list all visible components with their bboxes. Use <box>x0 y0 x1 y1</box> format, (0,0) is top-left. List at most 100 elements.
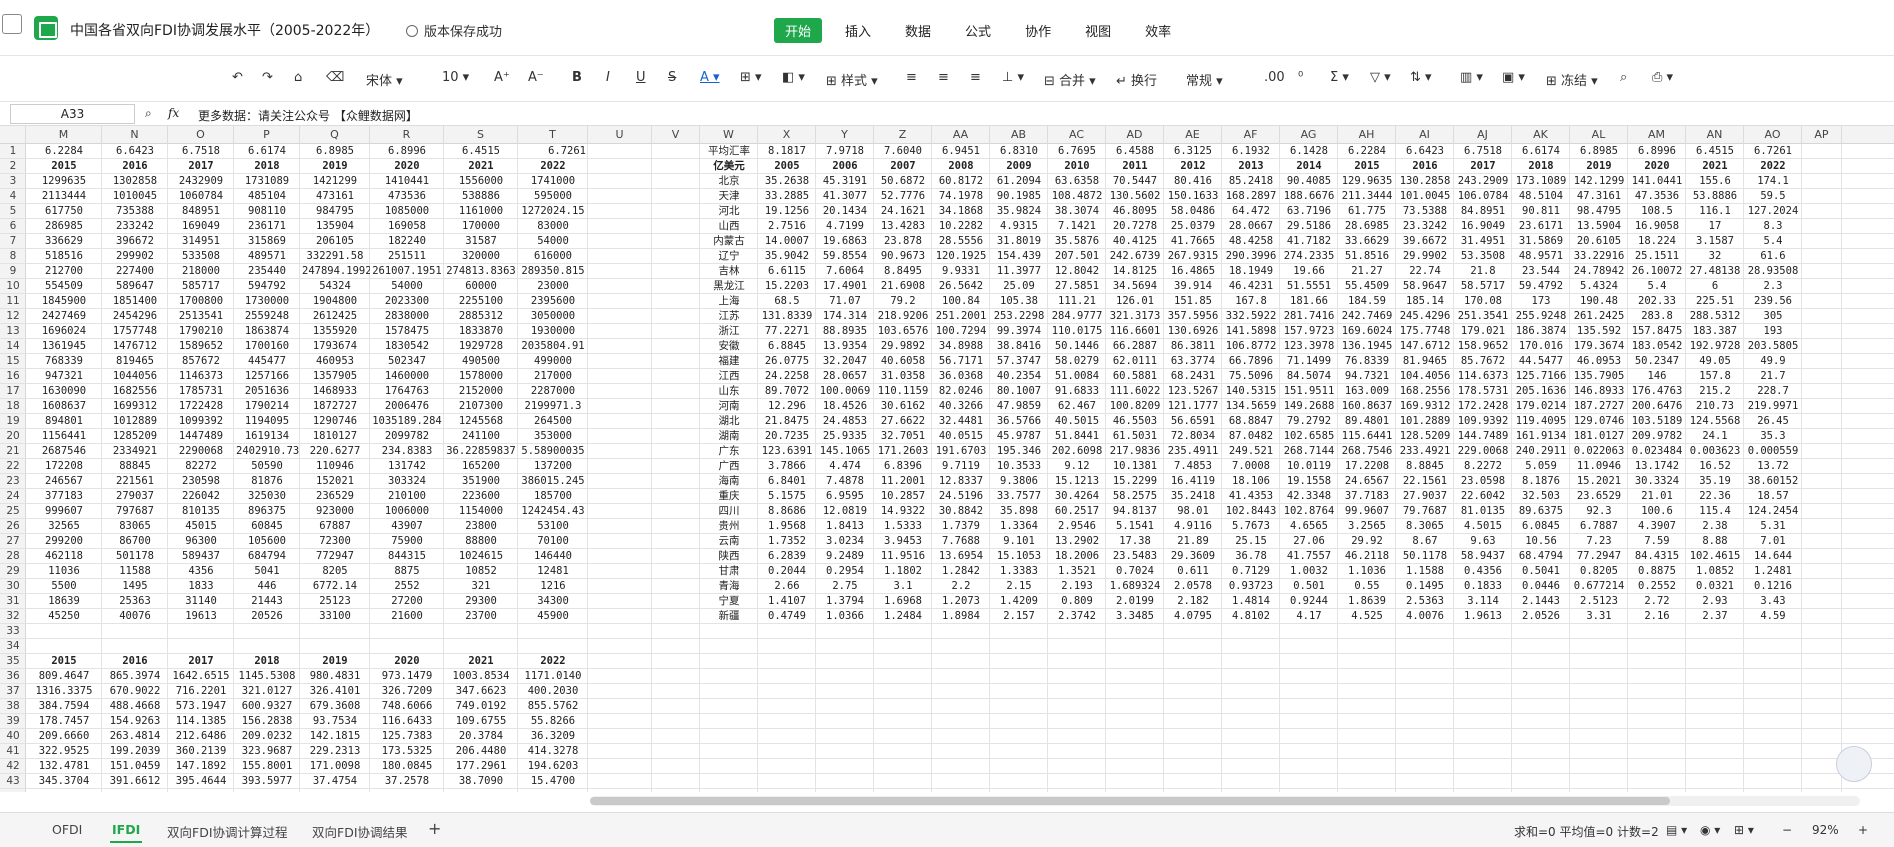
data-cell[interactable]: 245.4296 <box>1396 309 1454 324</box>
data-cell[interactable]: 100.84 <box>932 294 990 309</box>
province-cell[interactable]: 云南 <box>700 534 758 549</box>
data-cell[interactable]: 184.59 <box>1338 294 1396 309</box>
data-cell[interactable]: 57.3747 <box>990 354 1048 369</box>
data-cell[interactable]: 172208 <box>26 459 102 474</box>
rate-cell[interactable]: 6.8310 <box>990 144 1048 159</box>
data-cell[interactable]: 60.8172 <box>932 174 990 189</box>
year-header-cell[interactable]: 2021 <box>1686 159 1744 174</box>
data-cell[interactable]: 80.1007 <box>990 384 1048 399</box>
data-cell[interactable]: 193 <box>1744 324 1802 339</box>
data-cell[interactable]: 110.1159 <box>874 384 932 399</box>
data-cell[interactable]: 27.5851 <box>1048 279 1106 294</box>
data-cell[interactable]: 48.9571 <box>1512 249 1570 264</box>
data-cell[interactable]: 670.9022 <box>102 684 168 699</box>
data-cell[interactable]: 1863874 <box>234 324 300 339</box>
data-cell[interactable]: 2395600 <box>518 294 588 309</box>
data-cell[interactable]: 161.9134 <box>1512 429 1570 444</box>
data-cell[interactable]: 1024615 <box>444 549 518 564</box>
data-cell[interactable]: 41.7557 <box>1280 549 1338 564</box>
menu-item[interactable]: 视图 <box>1074 18 1122 43</box>
data-cell[interactable]: 156.2838 <box>234 714 300 729</box>
data-cell[interactable]: 322.9525 <box>26 744 102 759</box>
column-header[interactable]: N <box>102 126 168 144</box>
data-cell[interactable]: 489571 <box>234 249 300 264</box>
data-cell[interactable]: 749.0192 <box>444 699 518 714</box>
data-cell[interactable]: 29.9902 <box>1396 249 1454 264</box>
data-cell[interactable]: 5.7673 <box>1222 519 1280 534</box>
data-cell[interactable]: 35.9042 <box>758 249 816 264</box>
data-cell[interactable]: 174.1 <box>1744 174 1802 189</box>
data-cell[interactable]: 554509 <box>26 279 102 294</box>
data-cell[interactable]: 60000 <box>444 279 518 294</box>
data-cell[interactable]: 37.4754 <box>300 774 370 789</box>
data-cell[interactable]: 27.06 <box>1280 534 1338 549</box>
data-cell[interactable]: 21.89 <box>1164 534 1222 549</box>
data-cell[interactable]: 6 <box>1686 279 1744 294</box>
data-cell[interactable]: 2513541 <box>168 309 234 324</box>
decrease-font-icon[interactable]: A⁻ <box>528 70 544 85</box>
data-cell[interactable]: 147.6712 <box>1396 339 1454 354</box>
data-cell[interactable]: 106.0784 <box>1454 189 1512 204</box>
data-cell[interactable]: 59.4792 <box>1512 279 1570 294</box>
column-header[interactable]: AM <box>1628 126 1686 144</box>
row-header[interactable]: 1 <box>0 144 26 159</box>
data-cell[interactable]: 46.5503 <box>1106 414 1164 429</box>
data-cell[interactable]: 83000 <box>518 219 588 234</box>
data-cell[interactable]: 1810127 <box>300 429 370 444</box>
formula-content[interactable]: 更多数据：请关注公众号 【众鲤数据网】 <box>198 107 418 124</box>
rate-cell[interactable]: 6.8996 <box>370 144 444 159</box>
data-cell[interactable]: 68.5 <box>758 294 816 309</box>
row-header[interactable]: 9 <box>0 264 26 279</box>
data-cell[interactable]: 24.4853 <box>816 414 874 429</box>
data-cell[interactable]: 595000 <box>518 189 588 204</box>
data-cell[interactable]: 93.7534 <box>300 714 370 729</box>
data-cell[interactable]: 25.1511 <box>1628 249 1686 264</box>
data-cell[interactable]: 61.5031 <box>1106 429 1164 444</box>
row-header[interactable]: 38 <box>0 699 26 714</box>
data-cell[interactable]: 283.8 <box>1628 309 1686 324</box>
data-cell[interactable]: 226042 <box>168 489 234 504</box>
data-cell[interactable]: 1468933 <box>300 384 370 399</box>
data-cell[interactable]: 345.3704 <box>26 774 102 789</box>
data-cell[interactable]: 173.1089 <box>1512 174 1570 189</box>
data-cell[interactable]: 6772.14 <box>300 579 370 594</box>
data-cell[interactable]: 18.224 <box>1628 234 1686 249</box>
data-cell[interactable]: 91.6833 <box>1048 384 1106 399</box>
data-cell[interactable]: 490500 <box>444 354 518 369</box>
data-cell[interactable]: 183.0542 <box>1628 339 1686 354</box>
data-cell[interactable]: 23.6171 <box>1512 219 1570 234</box>
data-cell[interactable]: 50.1446 <box>1048 339 1106 354</box>
data-cell[interactable]: 16.4119 <box>1164 474 1222 489</box>
data-cell[interactable]: 1361945 <box>26 339 102 354</box>
year-header-cell[interactable]: 2019 <box>300 159 370 174</box>
data-cell[interactable]: 51.5551 <box>1280 279 1338 294</box>
data-cell[interactable]: 2.66 <box>758 579 816 594</box>
data-cell[interactable]: 11588 <box>102 564 168 579</box>
data-cell[interactable]: 305 <box>1744 309 1802 324</box>
data-cell[interactable]: 533508 <box>168 249 234 264</box>
province-cell[interactable]: 北京 <box>700 174 758 189</box>
data-cell[interactable]: 865.3974 <box>102 669 168 684</box>
data-cell[interactable]: 10.2282 <box>932 219 990 234</box>
data-cell[interactable]: 1699312 <box>102 399 168 414</box>
data-cell[interactable]: 0.023484 <box>1628 444 1686 459</box>
row-header[interactable]: 16 <box>0 369 26 384</box>
province-cell[interactable]: 福建 <box>700 354 758 369</box>
data-cell[interactable]: 163.009 <box>1338 384 1396 399</box>
data-cell[interactable]: 39.914 <box>1164 279 1222 294</box>
data-cell[interactable]: 33100 <box>300 609 370 624</box>
data-cell[interactable]: 36.0368 <box>932 369 990 384</box>
data-cell[interactable]: 205.1636 <box>1512 384 1570 399</box>
rate-cell[interactable]: 6.9451 <box>932 144 990 159</box>
data-cell[interactable]: 239.56 <box>1744 294 1802 309</box>
data-cell[interactable]: 1589652 <box>168 339 234 354</box>
data-cell[interactable]: 120.1925 <box>932 249 990 264</box>
data-cell[interactable]: 79.2792 <box>1280 414 1338 429</box>
data-cell[interactable]: 1.5333 <box>874 519 932 534</box>
data-cell[interactable]: 0.000559 <box>1744 444 1802 459</box>
search-icon[interactable]: ⌕ <box>1620 70 1627 85</box>
data-cell[interactable]: 23000 <box>518 279 588 294</box>
data-cell[interactable]: 233.4921 <box>1396 444 1454 459</box>
data-cell[interactable]: 56.7171 <box>932 354 990 369</box>
data-cell[interactable]: 89.6375 <box>1512 504 1570 519</box>
